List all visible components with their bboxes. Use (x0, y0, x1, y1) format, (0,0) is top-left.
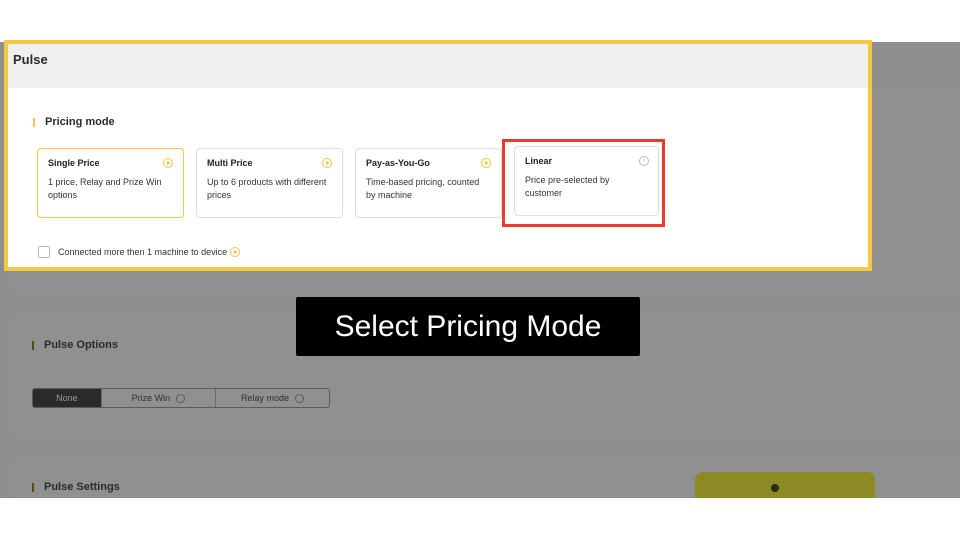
multi-machine-label: Connected more then 1 machine to device (58, 247, 228, 257)
play-circle-icon[interactable] (230, 247, 241, 257)
segment-relay-mode-label: Relay mode (240, 393, 289, 403)
card-title: Single Price (48, 158, 100, 168)
caption-text: Select Pricing Mode (334, 309, 602, 343)
panel-title: Pulse (13, 52, 48, 67)
pulse-options-title: Pulse Options (32, 339, 118, 351)
tutorial-caption: Select Pricing Mode (296, 297, 640, 356)
pulse-device-image (695, 472, 875, 498)
pulse-panel-highlight: Pulse Pricing mode Single Price 1 price,… (4, 40, 872, 271)
device-led (771, 484, 779, 492)
segment-relay-mode[interactable]: Relay mode (214, 389, 329, 407)
card-title: Multi Price (207, 158, 253, 168)
pricing-card-pay-as-you-go[interactable]: Pay-as-You-Go Time-based pricing, counte… (355, 148, 502, 218)
panel-header: Pulse (8, 44, 868, 88)
multi-machine-row: Connected more then 1 machine to device (38, 246, 241, 258)
segment-none-label: None (56, 393, 78, 403)
play-circle-icon[interactable] (322, 158, 332, 168)
play-circle-icon[interactable] (481, 158, 491, 168)
pulse-settings-title: Pulse Settings (32, 481, 120, 493)
pricing-mode-title: Pricing mode (33, 116, 115, 128)
pulse-settings-title-text: Pulse Settings (44, 481, 120, 493)
info-icon[interactable] (176, 393, 186, 403)
card-description: 1 price, Relay and Prize Win options (48, 177, 162, 200)
info-icon[interactable] (294, 393, 304, 403)
play-circle-icon[interactable] (163, 158, 173, 168)
card-description: Up to 6 products with different prices (207, 177, 327, 200)
pulse-options-title-text: Pulse Options (44, 339, 118, 351)
card-title: Pay-as-You-Go (366, 158, 430, 168)
pulse-options-segmented-control: None Prize Win Relay mode (32, 388, 330, 408)
segment-none[interactable]: None (33, 389, 101, 407)
pricing-card-multi-price[interactable]: Multi Price Up to 6 products with differ… (196, 148, 343, 218)
section-accent-bar (32, 482, 34, 492)
linear-callout-box (502, 139, 665, 227)
card-description: Time-based pricing, counted by machine (366, 177, 480, 200)
multi-machine-checkbox[interactable] (38, 246, 50, 258)
pricing-card-single-price[interactable]: Single Price 1 price, Relay and Prize Wi… (37, 148, 184, 218)
section-accent-bar (33, 117, 35, 127)
segment-prize-win-label: Prize Win (131, 393, 171, 403)
pricing-mode-title-text: Pricing mode (45, 116, 115, 128)
section-accent-bar (32, 340, 34, 350)
segment-prize-win[interactable]: Prize Win (100, 389, 215, 407)
